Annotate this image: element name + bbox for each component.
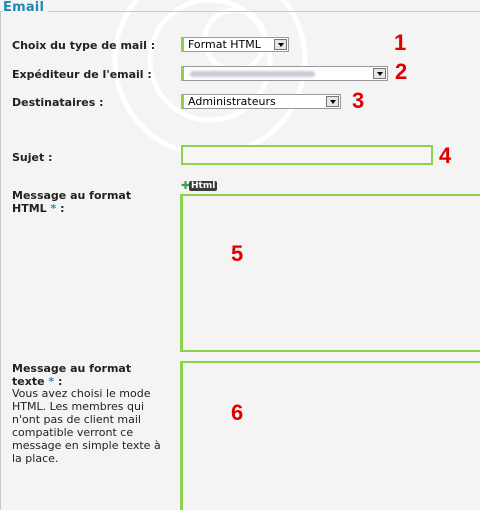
- email-fieldset: Email: [0, 0, 480, 18]
- text-message-textarea[interactable]: [180, 361, 480, 510]
- recipients-label: Destinataires :: [12, 96, 104, 109]
- required-marker: *: [50, 202, 57, 215]
- chevron-down-icon[interactable]: [373, 68, 386, 79]
- fieldset-border: [0, 11, 1, 510]
- html-icon-label: Html: [189, 181, 218, 191]
- marker-6: 6: [231, 400, 244, 425]
- mail-type-select[interactable]: Format HTML: [181, 37, 289, 52]
- sender-label: Expéditeur de l'email :: [12, 68, 152, 81]
- html-message-textarea[interactable]: [180, 194, 480, 352]
- text-message-label: Message au format texte * :: [12, 362, 132, 388]
- marker-3: 3: [352, 88, 365, 113]
- text-message-help: Vous avez choisi le mode HTML. Les membr…: [12, 387, 161, 465]
- chevron-down-icon[interactable]: [274, 39, 287, 50]
- mail-type-value: Format HTML: [188, 38, 261, 51]
- html-message-label: Message au format HTML * :: [12, 189, 132, 215]
- mail-type-label: Choix du type de mail :: [12, 39, 156, 52]
- marker-5: 5: [231, 241, 244, 266]
- marker-4: 4: [439, 143, 452, 168]
- marker-2: 2: [395, 59, 408, 84]
- subject-input[interactable]: [181, 145, 433, 165]
- chevron-down-icon[interactable]: [326, 96, 339, 107]
- marker-1: 1: [394, 30, 407, 55]
- subject-label: Sujet :: [12, 151, 53, 164]
- recipients-value: Administrateurs: [188, 95, 276, 108]
- sender-value-redacted: [190, 71, 315, 77]
- section-title: Email: [3, 0, 49, 15]
- recipients-select[interactable]: Administrateurs: [181, 94, 341, 109]
- html-editor-icon[interactable]: ✚ Html: [181, 180, 219, 192]
- sender-select[interactable]: [181, 66, 388, 81]
